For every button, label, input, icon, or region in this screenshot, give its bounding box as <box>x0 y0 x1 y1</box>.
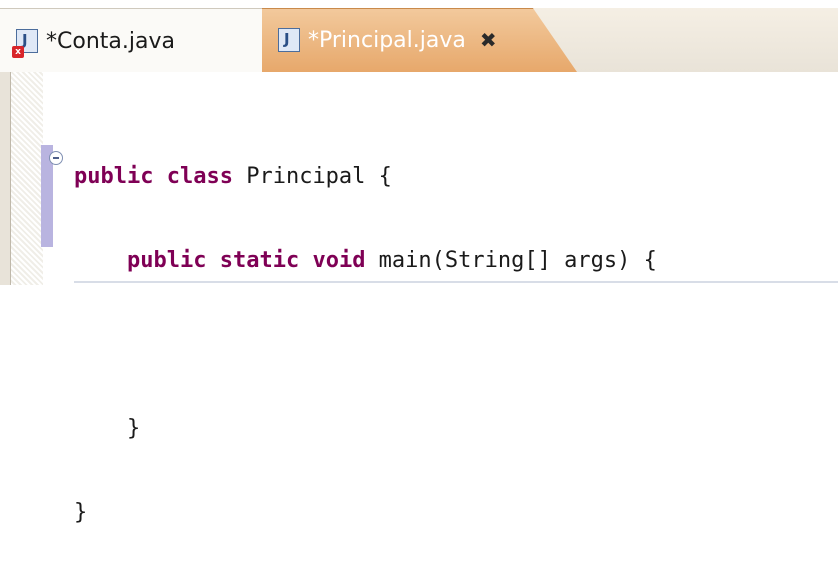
fold-collapse-icon[interactable] <box>49 151 63 165</box>
code-line: public class Principal { <box>74 164 392 189</box>
tab-principal-java[interactable]: J *Principal.java ✖ <box>262 8 577 72</box>
editor-tab-bar: J x *Conta.java J *Principal.java ✖ <box>0 0 838 73</box>
editor-frame <box>0 72 11 285</box>
tab-label: *Conta.java <box>46 28 175 54</box>
code-line: } <box>74 500 88 525</box>
close-icon[interactable]: ✖ <box>480 28 497 52</box>
tab-conta-java[interactable]: J x *Conta.java <box>0 8 263 73</box>
code-line: public static void main(String[] args) { <box>126 248 657 273</box>
code-line: } <box>74 416 141 441</box>
change-marker <box>41 175 53 247</box>
java-file-error-icon: J x <box>12 29 38 58</box>
current-line-highlight <box>74 281 838 283</box>
tab-label: *Principal.java <box>308 27 466 53</box>
source-code[interactable]: public class Principal { public static v… <box>74 110 657 570</box>
annotation-ruler[interactable] <box>11 72 43 285</box>
java-file-icon: J <box>278 28 300 52</box>
code-editor[interactable]: public class Principal { public static v… <box>0 72 838 525</box>
